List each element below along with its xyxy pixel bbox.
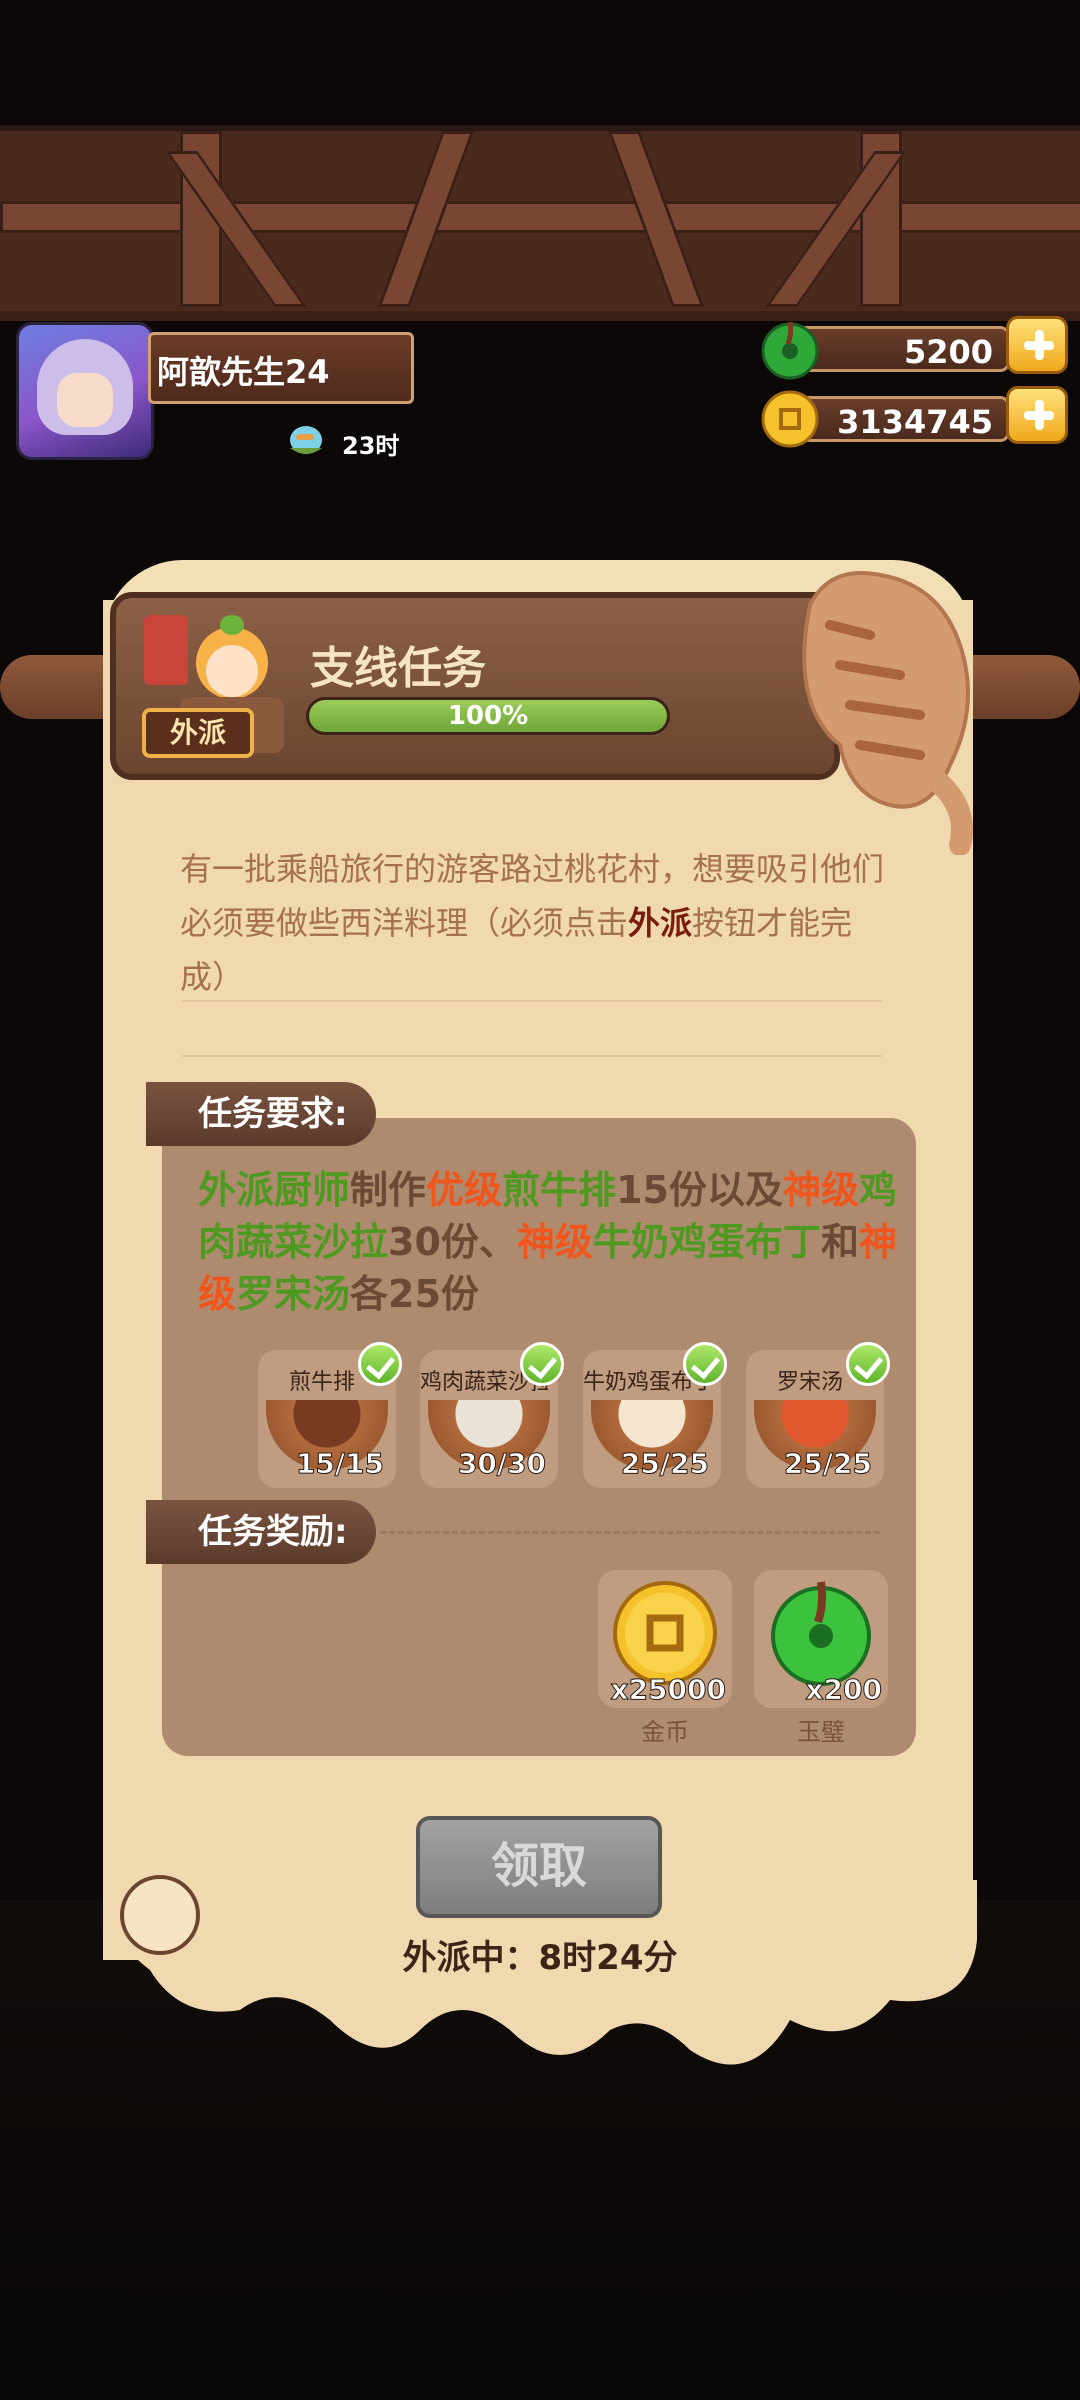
ceiling-beams bbox=[0, 125, 1080, 321]
requirement-segment: 30份、 bbox=[388, 1220, 517, 1264]
claim-button[interactable]: 领取 bbox=[416, 1816, 662, 1918]
check-icon bbox=[846, 1342, 890, 1386]
quest-description: 有一批乘船旅行的游客路过桃花村，想要吸引他们必须要做些西洋料理（必须点击外派按钮… bbox=[180, 842, 890, 1004]
check-icon bbox=[683, 1342, 727, 1386]
reward-label: 玉璧 bbox=[797, 1718, 845, 1746]
food-item[interactable]: 煎牛排 15/15 bbox=[258, 1342, 402, 1488]
divider bbox=[182, 1000, 882, 1002]
reward-item[interactable]: x200 bbox=[754, 1570, 888, 1708]
add-gold-button[interactable] bbox=[1006, 386, 1068, 444]
food-item[interactable]: 鸡肉蔬菜沙拉 30/30 bbox=[420, 1342, 564, 1488]
jade-icon bbox=[771, 1581, 871, 1686]
jade-amount: 5200 bbox=[903, 333, 993, 371]
rewards-tag: 任务奖励: bbox=[146, 1500, 376, 1564]
requirement-segment: 和 bbox=[820, 1220, 859, 1264]
player-name: 阿歆先生24 bbox=[157, 353, 330, 391]
requirement-segment: 神级 bbox=[782, 1168, 859, 1212]
requirement-segment: 优级 bbox=[426, 1168, 503, 1212]
boat-time-icon bbox=[290, 426, 322, 454]
quest-progress-text: 100% bbox=[447, 701, 529, 731]
divider bbox=[182, 1055, 882, 1057]
requirements-text: 外派厨师制作优级煎牛排15份以及神级鸡肉蔬菜沙拉30份、神级牛奶鸡蛋布丁和神级罗… bbox=[198, 1164, 898, 1320]
requirement-segment: 15份以及 bbox=[616, 1168, 783, 1212]
outsource-badge: 外派 bbox=[142, 708, 254, 758]
check-icon bbox=[358, 1342, 402, 1386]
scroll-curl bbox=[120, 1875, 200, 1955]
gold-coin-icon bbox=[613, 1581, 717, 1685]
food-item[interactable]: 罗宋汤 25/25 bbox=[746, 1342, 890, 1488]
outsource-status: 外派中：8时24分 bbox=[402, 1938, 678, 1978]
gold-coin-icon bbox=[761, 390, 819, 448]
food-count: 15/15 bbox=[295, 1447, 384, 1481]
player-avatar[interactable] bbox=[16, 322, 154, 460]
requirement-segment: 各25份 bbox=[350, 1272, 479, 1316]
requirements-tag: 任务要求: bbox=[146, 1082, 376, 1146]
food-count: 25/25 bbox=[783, 1447, 872, 1481]
requirement-segment: 神级 bbox=[516, 1220, 593, 1264]
player-name-plate: 阿歆先生24 bbox=[148, 332, 414, 404]
reward-count: x200 bbox=[805, 1673, 883, 1707]
cat-mascot bbox=[802, 571, 973, 855]
gold-amount: 3134745 bbox=[837, 403, 993, 441]
add-jade-button[interactable] bbox=[1006, 316, 1068, 374]
rewards-divider bbox=[380, 1531, 880, 1534]
requirement-segment: 罗宋汤 bbox=[236, 1272, 351, 1316]
requirement-segment: 牛奶鸡蛋布丁 bbox=[592, 1220, 821, 1264]
quest-title: 支线任务 bbox=[310, 643, 486, 694]
description-highlight: 外派 bbox=[628, 904, 693, 942]
requirement-segment: 制作 bbox=[350, 1168, 427, 1212]
requirement-segment: 外派厨师 bbox=[198, 1168, 351, 1212]
reward-count: x25000 bbox=[610, 1673, 726, 1707]
reward-label: 金币 bbox=[641, 1718, 689, 1746]
time-label: 23时 bbox=[342, 432, 400, 460]
reward-item[interactable]: x25000 bbox=[598, 1570, 732, 1708]
requirement-segment: 煎牛排 bbox=[502, 1168, 617, 1212]
food-count: 30/30 bbox=[457, 1447, 546, 1481]
jade-icon bbox=[761, 321, 819, 380]
food-count: 25/25 bbox=[620, 1447, 709, 1481]
food-item[interactable]: 牛奶鸡蛋布丁 25/25 bbox=[583, 1342, 727, 1488]
check-icon bbox=[520, 1342, 564, 1386]
